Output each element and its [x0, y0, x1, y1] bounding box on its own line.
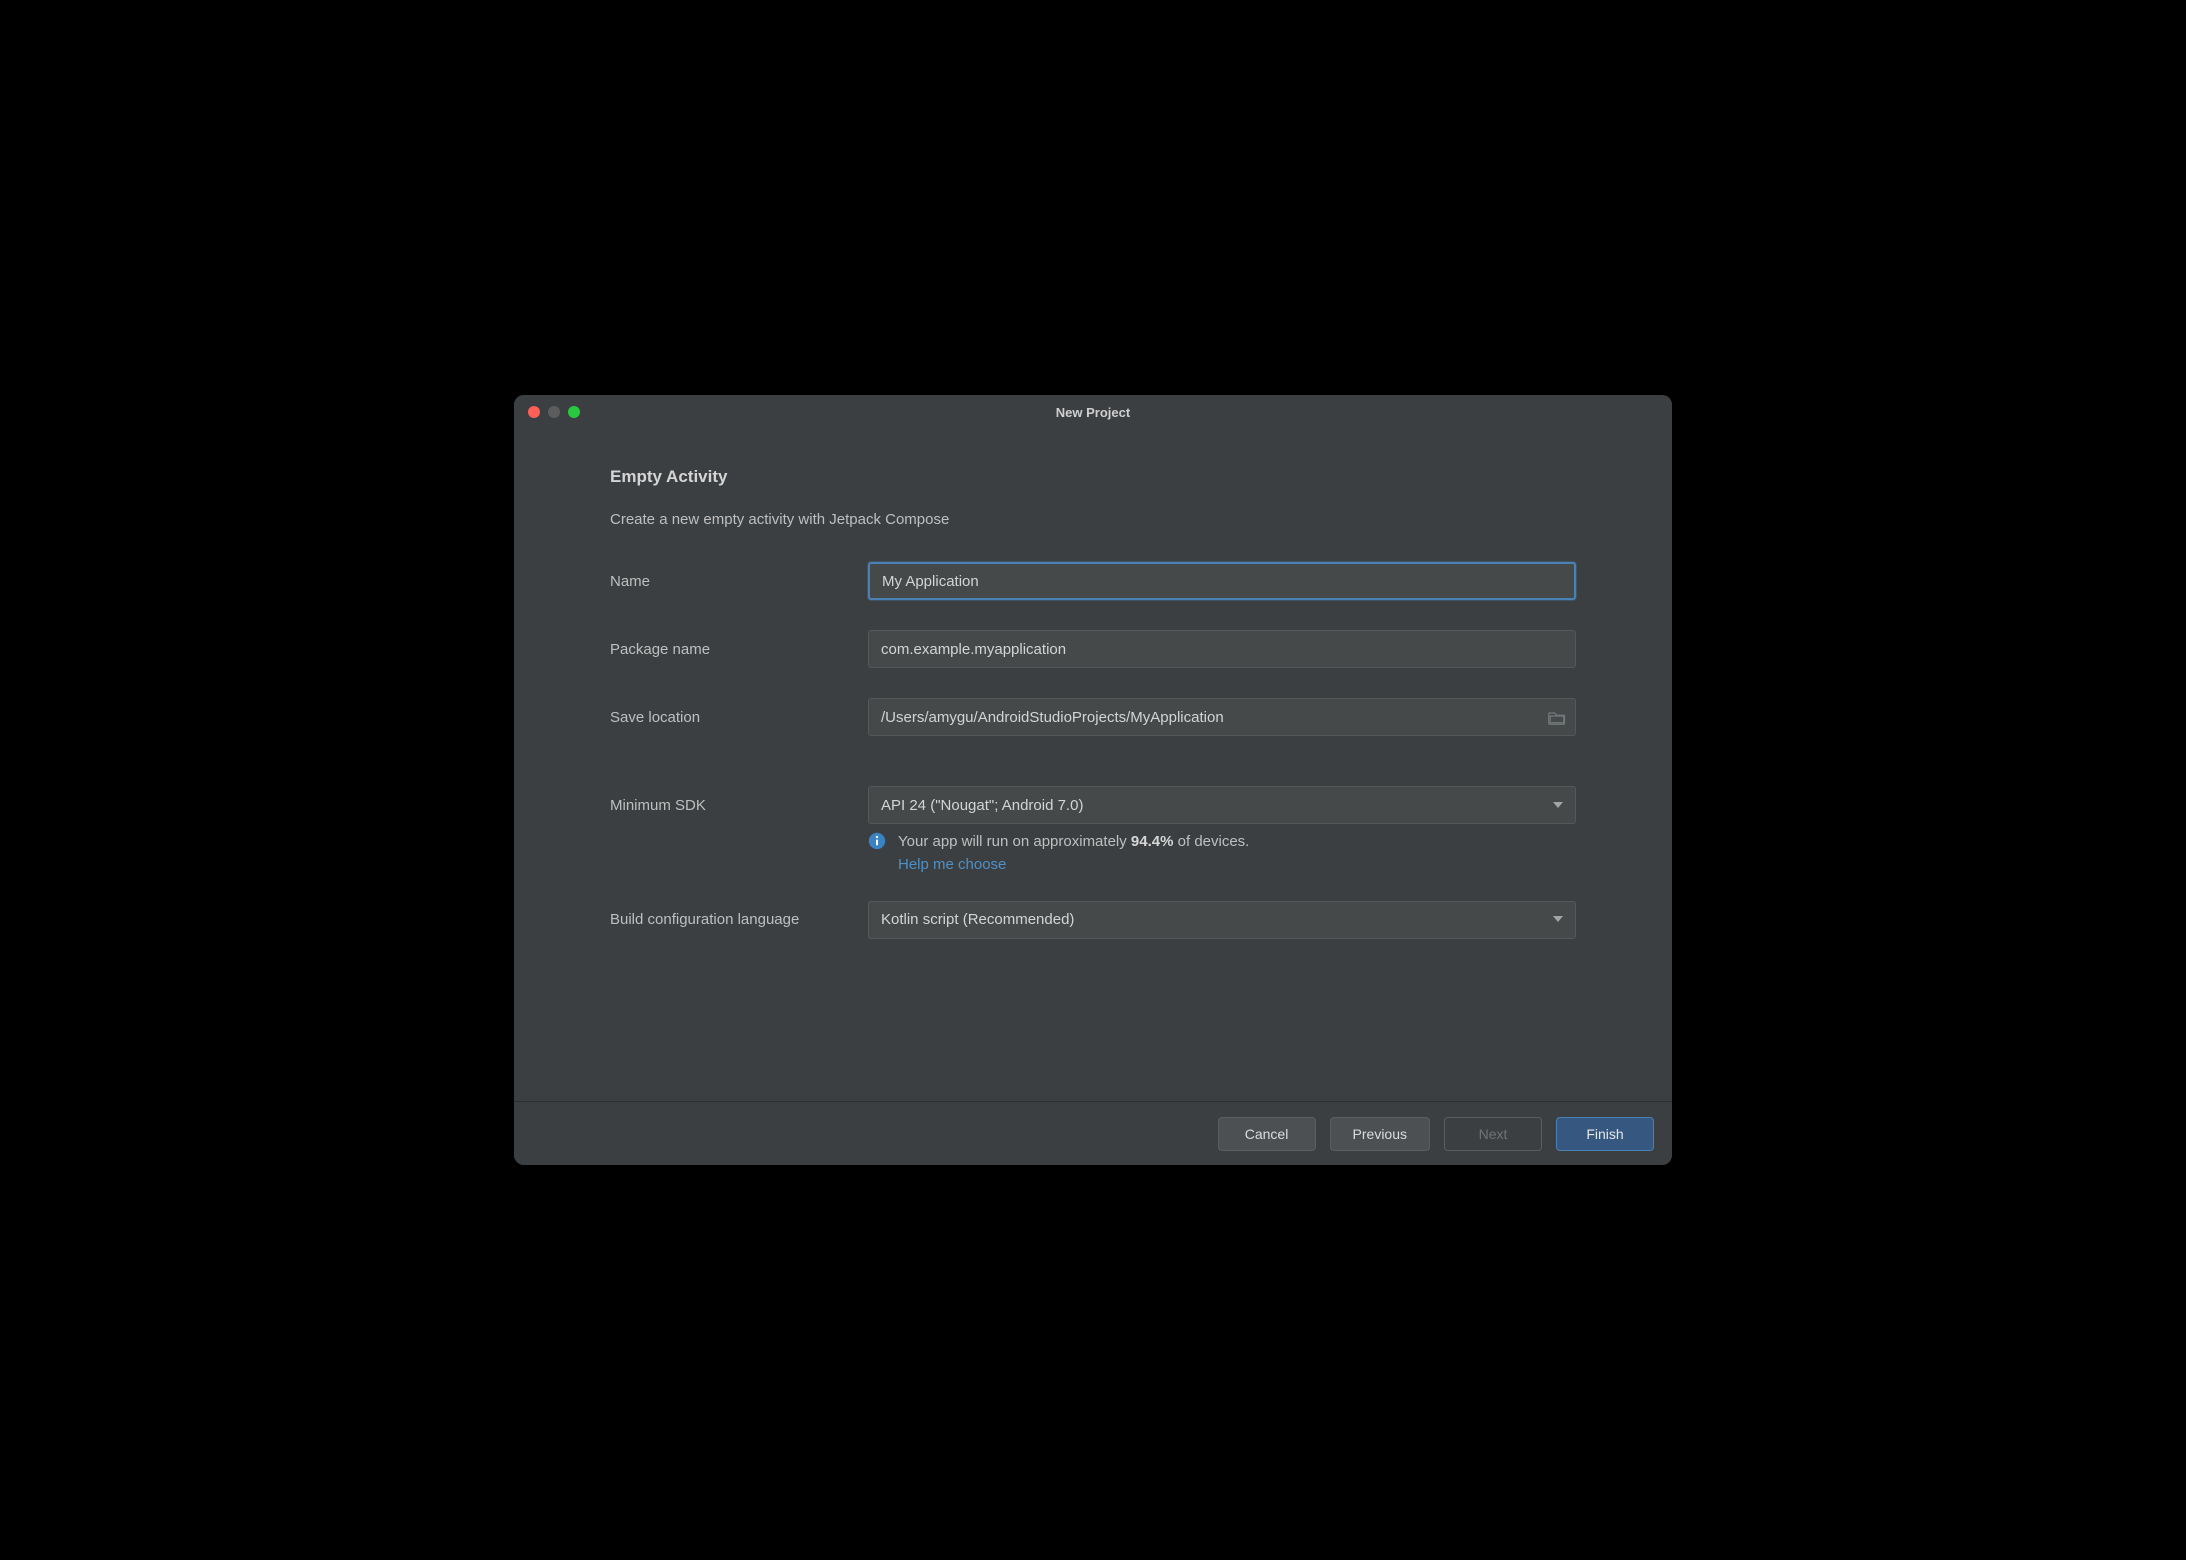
- package-name-label: Package name: [610, 641, 868, 658]
- chevron-down-icon: [1553, 911, 1563, 928]
- window-maximize-button[interactable]: [568, 406, 580, 418]
- name-input[interactable]: [868, 562, 1576, 600]
- minimum-sdk-label: Minimum SDK: [610, 797, 868, 814]
- previous-button[interactable]: Previous: [1330, 1117, 1430, 1151]
- dialog-content: Empty Activity Create a new empty activi…: [514, 429, 1672, 1101]
- cancel-button[interactable]: Cancel: [1218, 1117, 1316, 1151]
- help-me-choose-link[interactable]: Help me choose: [898, 856, 1006, 873]
- browse-folder-icon[interactable]: [1548, 710, 1566, 724]
- save-location-input[interactable]: [868, 698, 1576, 736]
- build-config-language-select[interactable]: Kotlin script (Recommended): [868, 901, 1576, 939]
- chevron-down-icon: [1553, 797, 1563, 814]
- new-project-dialog: New Project Empty Activity Create a new …: [514, 395, 1672, 1165]
- sdk-info-prefix: Your app will run on approximately: [898, 833, 1131, 850]
- traffic-lights: [528, 406, 580, 418]
- page-heading: Empty Activity: [610, 467, 1576, 487]
- sdk-info-percent: 94.4%: [1131, 833, 1174, 850]
- page-subtitle: Create a new empty activity with Jetpack…: [610, 511, 1576, 528]
- minimum-sdk-select[interactable]: API 24 ("Nougat"; Android 7.0): [868, 786, 1576, 824]
- minimum-sdk-value: API 24 ("Nougat"; Android 7.0): [881, 797, 1083, 814]
- build-config-language-label: Build configuration language: [610, 911, 868, 928]
- build-config-language-value: Kotlin script (Recommended): [881, 911, 1074, 928]
- name-label: Name: [610, 573, 868, 590]
- window-title: New Project: [514, 405, 1672, 420]
- finish-button[interactable]: Finish: [1556, 1117, 1654, 1151]
- sdk-info-text: Your app will run on approximately 94.4%…: [898, 830, 1249, 877]
- window-close-button[interactable]: [528, 406, 540, 418]
- package-name-input[interactable]: [868, 630, 1576, 668]
- dialog-footer: Cancel Previous Next Finish: [514, 1101, 1672, 1165]
- save-location-label: Save location: [610, 709, 868, 726]
- titlebar: New Project: [514, 395, 1672, 429]
- info-icon: [868, 830, 886, 855]
- window-minimize-button[interactable]: [548, 406, 560, 418]
- sdk-info-suffix: of devices.: [1173, 833, 1249, 850]
- next-button: Next: [1444, 1117, 1542, 1151]
- sdk-info-block: Your app will run on approximately 94.4%…: [868, 830, 1576, 877]
